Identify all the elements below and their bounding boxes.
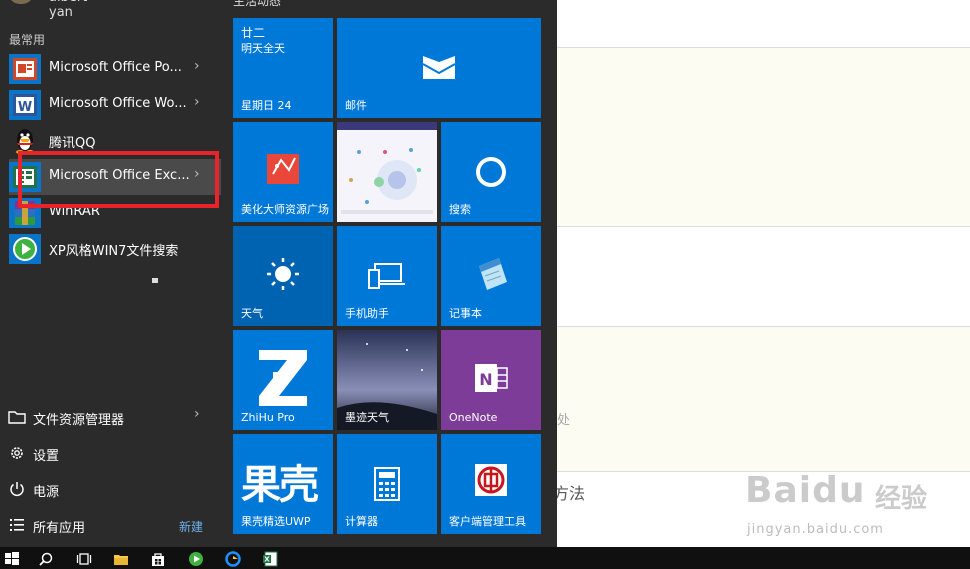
tile-phone-assistant[interactable]: 手机助手: [337, 226, 437, 326]
tile-label: OneNote: [449, 411, 498, 424]
tile-calculator[interactable]: 计算器: [337, 434, 437, 534]
most-used-heading: 最常用: [9, 33, 46, 47]
file-explorer-icon[interactable]: [113, 551, 129, 567]
user-name: albert yan: [49, 0, 87, 20]
svg-text:X: X: [264, 556, 270, 564]
tile-label: 客户端管理工具: [449, 515, 526, 528]
tile-label: ZhiHu Pro: [241, 411, 295, 424]
tile-icbc[interactable]: 客户端管理工具: [441, 434, 541, 534]
word-icon: W: [9, 90, 41, 120]
app-label: Microsoft Office Wo...: [49, 96, 187, 111]
windows-start-icon[interactable]: [4, 551, 20, 567]
app-item-xp-search[interactable]: XP风格WIN7文件搜索: [0, 231, 222, 267]
folder-icon: [8, 411, 26, 424]
highlight-annotation-box: [18, 151, 219, 208]
cursor-dot: [152, 278, 158, 283]
tile-label: 计算器: [345, 515, 378, 528]
tile-label: 墨迹天气: [345, 411, 389, 424]
start-menu: albert yan 最常用 Microsoft Office Po... › …: [0, 0, 557, 547]
new-badge: 新建: [179, 520, 204, 534]
tile-meihua[interactable]: 美化大师资源广场: [233, 122, 333, 222]
store-icon[interactable]: [150, 551, 166, 567]
power-icon: [10, 482, 24, 497]
task-view-icon[interactable]: [76, 551, 92, 567]
mail-icon: [422, 56, 456, 79]
tile-label: 手机助手: [345, 307, 389, 320]
play-circle-icon[interactable]: [188, 551, 204, 567]
background-browser-page: [557, 0, 970, 547]
tile-live-screenshot[interactable]: [337, 122, 437, 222]
settings-item[interactable]: 设置: [0, 435, 222, 471]
browser-icon[interactable]: [225, 551, 241, 567]
bg-divider: [557, 226, 970, 227]
tile-moji-weather[interactable]: 墨迹天气: [337, 330, 437, 430]
watermark-url: jingyan.baidu.com: [747, 522, 884, 537]
tile-zhihu[interactable]: ZhiHu Pro: [233, 330, 333, 430]
app-label: 腾讯QQ: [49, 136, 96, 151]
calendar-event: 明天全天: [241, 42, 285, 55]
tile-onenote[interactable]: N OneNote: [441, 330, 541, 430]
file-explorer-item[interactable]: 文件资源管理器 ›: [0, 399, 222, 435]
settings-label: 设置: [33, 449, 60, 464]
tile-mail[interactable]: 邮件: [337, 18, 541, 118]
tile-label: 搜索: [449, 203, 471, 216]
watermark-main: Baidu: [745, 470, 866, 511]
tile-label: 星期日 24: [241, 99, 292, 112]
tile-label: 记事本: [449, 307, 482, 320]
all-apps-label: 所有应用: [33, 521, 86, 536]
file-explorer-label: 文件资源管理器: [33, 413, 125, 428]
tile-label: 果壳精选UWP: [241, 515, 311, 528]
watermark-cn: 经验: [875, 484, 928, 514]
tile-search[interactable]: 搜索: [441, 122, 541, 222]
excel-icon[interactable]: X: [262, 551, 278, 567]
tile-label: 天气: [241, 307, 263, 320]
app-label: XP风格WIN7文件搜索: [49, 244, 179, 259]
power-item[interactable]: 电源: [0, 471, 222, 507]
calendar-date: 廿二: [241, 26, 266, 40]
app-label: Microsoft Office Po...: [49, 60, 182, 75]
bg-band: [557, 0, 970, 47]
screenshot-preview-icon: [337, 122, 437, 222]
bg-band: [557, 226, 970, 326]
svg-text:N: N: [479, 370, 492, 389]
chevron-right-icon[interactable]: ›: [194, 58, 200, 74]
list-icon: [10, 519, 24, 531]
chevron-right-icon[interactable]: ›: [194, 406, 200, 422]
tile-notepad[interactable]: 记事本: [441, 226, 541, 326]
taskbar: X: [0, 547, 970, 569]
tile-label: 邮件: [345, 99, 367, 112]
bg-text: 方法: [553, 484, 586, 503]
tile-calendar[interactable]: 廿二 明天全天 星期日 24: [233, 18, 333, 118]
power-label: 电源: [33, 485, 60, 500]
gear-icon: [11, 447, 23, 459]
app-item-powerpoint[interactable]: Microsoft Office Po... ›: [0, 51, 222, 87]
play-circle-icon: [9, 234, 41, 264]
bg-divider: [557, 326, 970, 327]
app-item-word[interactable]: W Microsoft Office Wo... ›: [0, 87, 222, 123]
avatar: [8, 0, 34, 4]
baidu-watermark: Baidu 经验 jingyan.baidu.com: [745, 470, 965, 550]
bg-divider: [557, 47, 970, 48]
chevron-right-icon[interactable]: ›: [194, 94, 200, 110]
guoke-logo-text: 果壳: [241, 462, 319, 508]
svg-text:W: W: [18, 100, 32, 115]
powerpoint-icon: [9, 54, 41, 84]
bg-text: 处: [557, 413, 571, 428]
search-icon[interactable]: [38, 551, 54, 567]
tiles-group-header: 生活动态: [233, 0, 282, 8]
tile-label: 美化大师资源广场: [241, 203, 329, 216]
tile-weather[interactable]: 天气: [233, 226, 333, 326]
tile-guoke[interactable]: 果壳 果壳精选UWP: [233, 434, 333, 534]
